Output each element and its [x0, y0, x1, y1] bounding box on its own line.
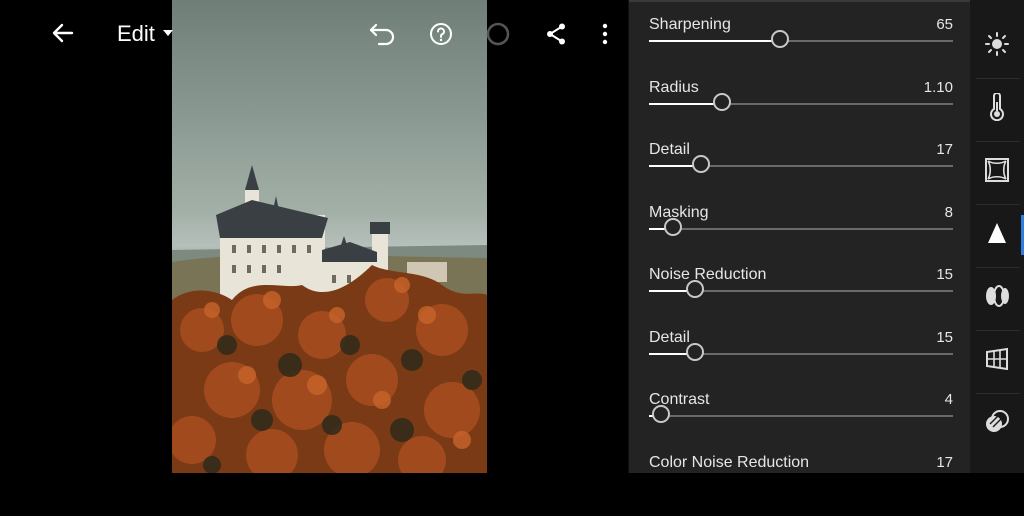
- slider-value: 17: [936, 141, 953, 158]
- photo-canvas: Edit: [0, 0, 628, 473]
- more-options-icon[interactable]: [600, 22, 610, 51]
- slider-label: Sharpening: [649, 16, 731, 33]
- compare-toggle-icon[interactable]: [486, 22, 510, 51]
- slider-track[interactable]: [649, 228, 953, 230]
- detail-adjustment-panel: Sharpening 65 Radius 1.10 Detail 17 Mask…: [628, 0, 971, 473]
- slider-fill: [649, 103, 722, 105]
- chevron-down-icon[interactable]: [163, 30, 173, 36]
- slider-row-noise-detail: Detail 15: [649, 329, 953, 391]
- slider-fill: [649, 40, 780, 42]
- slider-value: 15: [936, 266, 953, 283]
- slider-handle[interactable]: [691, 155, 710, 173]
- slider-handle[interactable]: [712, 93, 731, 111]
- panel-divider: [629, 0, 971, 2]
- slider-value: 1.10: [923, 79, 953, 96]
- slider-handle[interactable]: [664, 218, 683, 236]
- color-temperature-icon: [987, 91, 1007, 126]
- effects-vignette-icon: [984, 157, 1010, 188]
- light-icon: [984, 31, 1010, 62]
- slider-track[interactable]: [649, 415, 953, 417]
- slider-row-masking: Masking 8: [649, 204, 953, 266]
- slider-row-color-noise-reduction: Color Noise Reduction 17: [649, 454, 953, 516]
- slider-handle[interactable]: [685, 280, 704, 298]
- slider-label: Noise Reduction: [649, 266, 767, 283]
- tool-light[interactable]: [970, 15, 1024, 77]
- tool-presets[interactable]: [970, 393, 1024, 455]
- edit-mode-dropdown[interactable]: Edit: [117, 21, 155, 47]
- slider-handle[interactable]: [770, 30, 789, 48]
- slider-label: Radius: [649, 79, 699, 96]
- slider-handle[interactable]: [685, 343, 704, 361]
- slider-row-radius: Radius 1.10: [649, 79, 953, 141]
- tool-geometry[interactable]: [970, 330, 1024, 392]
- slider-value: 4: [944, 391, 953, 408]
- presets-icon: [984, 409, 1010, 440]
- tool-optics[interactable]: [970, 267, 1024, 329]
- castle-photo: [172, 165, 487, 473]
- tool-color[interactable]: [970, 78, 1024, 140]
- slider-label: Detail: [649, 141, 690, 158]
- detail-icon: [986, 221, 1008, 250]
- slider-value: 15: [936, 329, 953, 346]
- optics-icon: [983, 283, 1011, 314]
- back-arrow-icon[interactable]: [50, 20, 76, 51]
- share-icon[interactable]: [545, 22, 567, 51]
- photo-preview[interactable]: [172, 0, 487, 473]
- slider-value: 17: [936, 454, 953, 471]
- slider-value: 8: [944, 204, 953, 221]
- slider-row-contrast: Contrast 4: [649, 391, 953, 453]
- slider-row-sharpening: Sharpening 65: [649, 16, 953, 78]
- adjustment-toolbar: [970, 0, 1024, 473]
- help-icon[interactable]: [429, 22, 453, 51]
- slider-row-noise-reduction: Noise Reduction 15: [649, 266, 953, 328]
- slider-label: Color Noise Reduction: [649, 454, 810, 471]
- slider-row-detail: Detail 17: [649, 141, 953, 203]
- tool-detail[interactable]: [970, 204, 1024, 266]
- undo-icon[interactable]: [368, 20, 398, 51]
- tool-effects[interactable]: [970, 141, 1024, 203]
- slider-value: 65: [936, 16, 953, 33]
- geometry-icon: [984, 346, 1010, 377]
- slider-handle[interactable]: [652, 405, 671, 423]
- slider-label: Detail: [649, 329, 690, 346]
